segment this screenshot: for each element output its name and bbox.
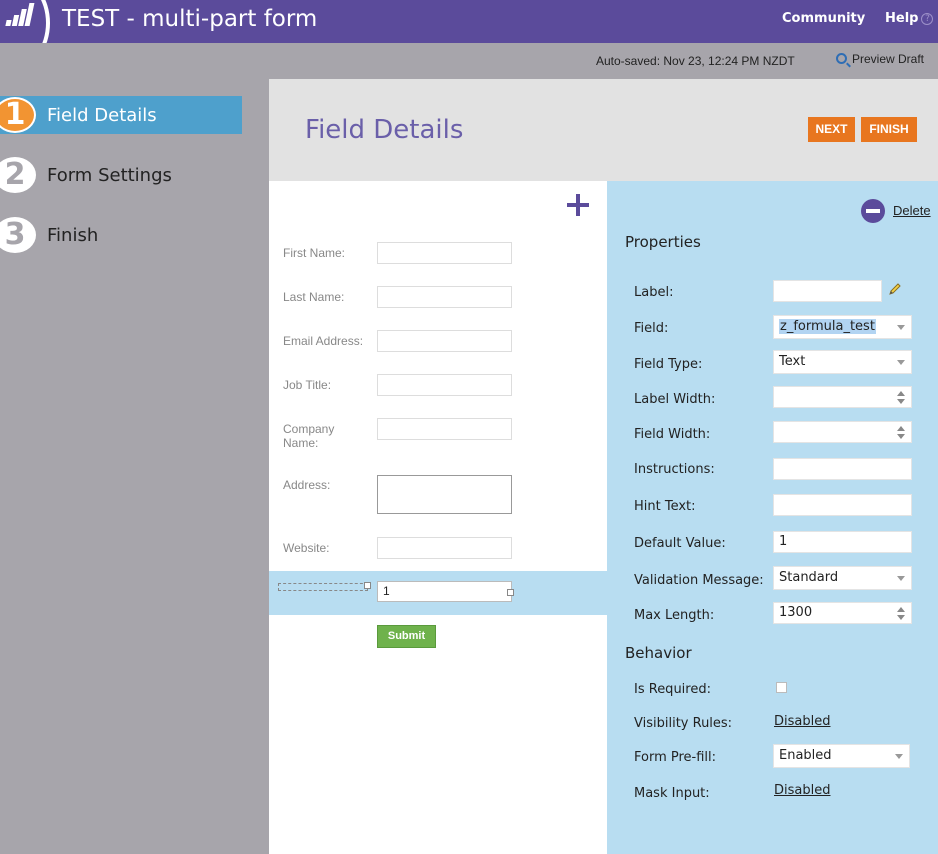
pencil-icon[interactable] [887,281,903,297]
instructions-label: Instructions: [634,462,715,477]
step-number: 1 [0,97,36,133]
stepper-icon[interactable] [897,426,905,440]
selected-field-row[interactable]: 1 [269,571,607,615]
behavior-title: Behavior [625,644,692,662]
preview-draft-label: Preview Draft [852,52,925,66]
question-circle-icon: ? [921,13,934,25]
step-number: 3 [0,217,36,253]
field-width-label: Field Width: [634,427,711,442]
max-length-label: Max Length: [634,608,715,623]
preview-draft-link[interactable]: Preview Draft [836,52,924,66]
autosave-status: Auto-saved: Nov 23, 12:24 PM NZDT [596,54,795,68]
label-width-label: Label Width: [634,392,716,407]
email-input[interactable] [377,330,512,352]
label-input[interactable] [773,280,882,302]
step-form-settings[interactable]: 2 Form Settings [0,156,242,194]
field-label-last-name: Last Name: [283,290,345,304]
last-name-input[interactable] [377,286,512,308]
selected-field-input[interactable]: 1 [377,581,512,602]
magnifier-icon [836,53,847,64]
first-name-input[interactable] [377,242,512,264]
job-title-input[interactable] [377,374,512,396]
default-value-input[interactable]: 1 [773,531,912,553]
step-label: Field Details [47,105,157,126]
delete-link[interactable]: Delete [893,203,931,218]
top-bar: TEST - multi-part form Community Help? [0,0,938,70]
community-link[interactable]: Community [782,11,865,26]
minus-circle-icon[interactable] [861,199,885,223]
form-prefill-label: Form Pre-fill: [634,750,717,765]
stepper-icon[interactable] [897,607,905,621]
field-type-select[interactable]: Text [773,350,912,374]
page-title: Field Details [305,115,464,145]
logo-icon [5,2,36,26]
autosave-bar: Auto-saved: Nov 23, 12:24 PM NZDT Previe… [269,43,938,79]
next-button[interactable]: NEXT [808,117,855,142]
company-input[interactable] [377,418,512,440]
field-label-first-name: First Name: [283,246,346,260]
is-required-label: Is Required: [634,682,711,697]
field-select-value: z_formula_test [779,319,876,334]
field-type-label: Field Type: [634,357,703,372]
validation-message-select[interactable]: Standard [773,566,912,590]
chevron-down-icon [897,576,905,581]
default-value-label: Default Value: [634,536,726,551]
field-type-value: Text [779,354,806,369]
validation-message-value: Standard [779,570,839,585]
form-canvas: First Name: Last Name: Email Address: Jo… [269,181,607,854]
step-field-details[interactable]: 1 Field Details [0,96,242,134]
field-label-email: Email Address: [283,334,364,348]
mask-input-label: Mask Input: [634,786,710,801]
hint-text-label: Hint Text: [634,499,696,514]
form-prefill-value: Enabled [779,748,832,763]
visibility-rules-label: Visibility Rules: [634,716,733,731]
help-link[interactable]: Help? [885,11,934,26]
step-label: Finish [47,225,99,246]
step-finish[interactable]: 3 Finish [0,216,242,254]
field-width-input[interactable] [773,421,912,443]
properties-title: Properties [625,233,701,251]
is-required-checkbox[interactable] [776,682,787,693]
max-length-value: 1300 [779,605,813,620]
stepper-icon[interactable] [897,391,905,405]
field-label-company: Company Name: [283,422,335,450]
mask-input-link[interactable]: Disabled [774,783,830,798]
field-label-website: Website: [283,541,330,555]
chevron-down-icon [897,325,905,330]
finish-button[interactable]: FINISH [861,117,917,142]
resize-handle[interactable] [507,589,514,596]
label-width-input[interactable] [773,386,912,408]
hint-text-input[interactable] [773,494,912,516]
help-label: Help [885,11,919,26]
address-textarea[interactable] [377,475,512,514]
max-length-input[interactable]: 1300 [773,602,912,624]
field-label: Field: [634,321,669,336]
page-header: Field Details NEXT FINISH [269,79,938,181]
step-number: 2 [0,157,36,193]
visibility-rules-link[interactable]: Disabled [774,714,830,729]
app-title: TEST - multi-part form [62,6,318,32]
field-label-job-title: Job Title: [283,378,332,392]
form-prefill-select[interactable]: Enabled [773,744,910,768]
chevron-down-icon [897,360,905,365]
chevron-down-icon [895,754,903,759]
field-select[interactable]: z_formula_test [773,315,912,339]
resize-handle[interactable] [364,582,371,589]
field-label-address: Address: [283,478,331,492]
step-label: Form Settings [47,165,172,186]
plus-icon[interactable] [567,193,591,217]
validation-message-label: Validation Message: [634,573,764,588]
label-label: Label: [634,285,674,300]
properties-panel: Delete Properties Label: Field: z_formul… [607,181,938,854]
instructions-input[interactable] [773,458,912,480]
wizard-sidebar: 1 Field Details 2 Form Settings 3 Finish [0,43,269,854]
empty-label-placeholder[interactable] [278,583,368,591]
submit-button[interactable]: Submit [377,625,436,648]
website-input[interactable] [377,537,512,559]
